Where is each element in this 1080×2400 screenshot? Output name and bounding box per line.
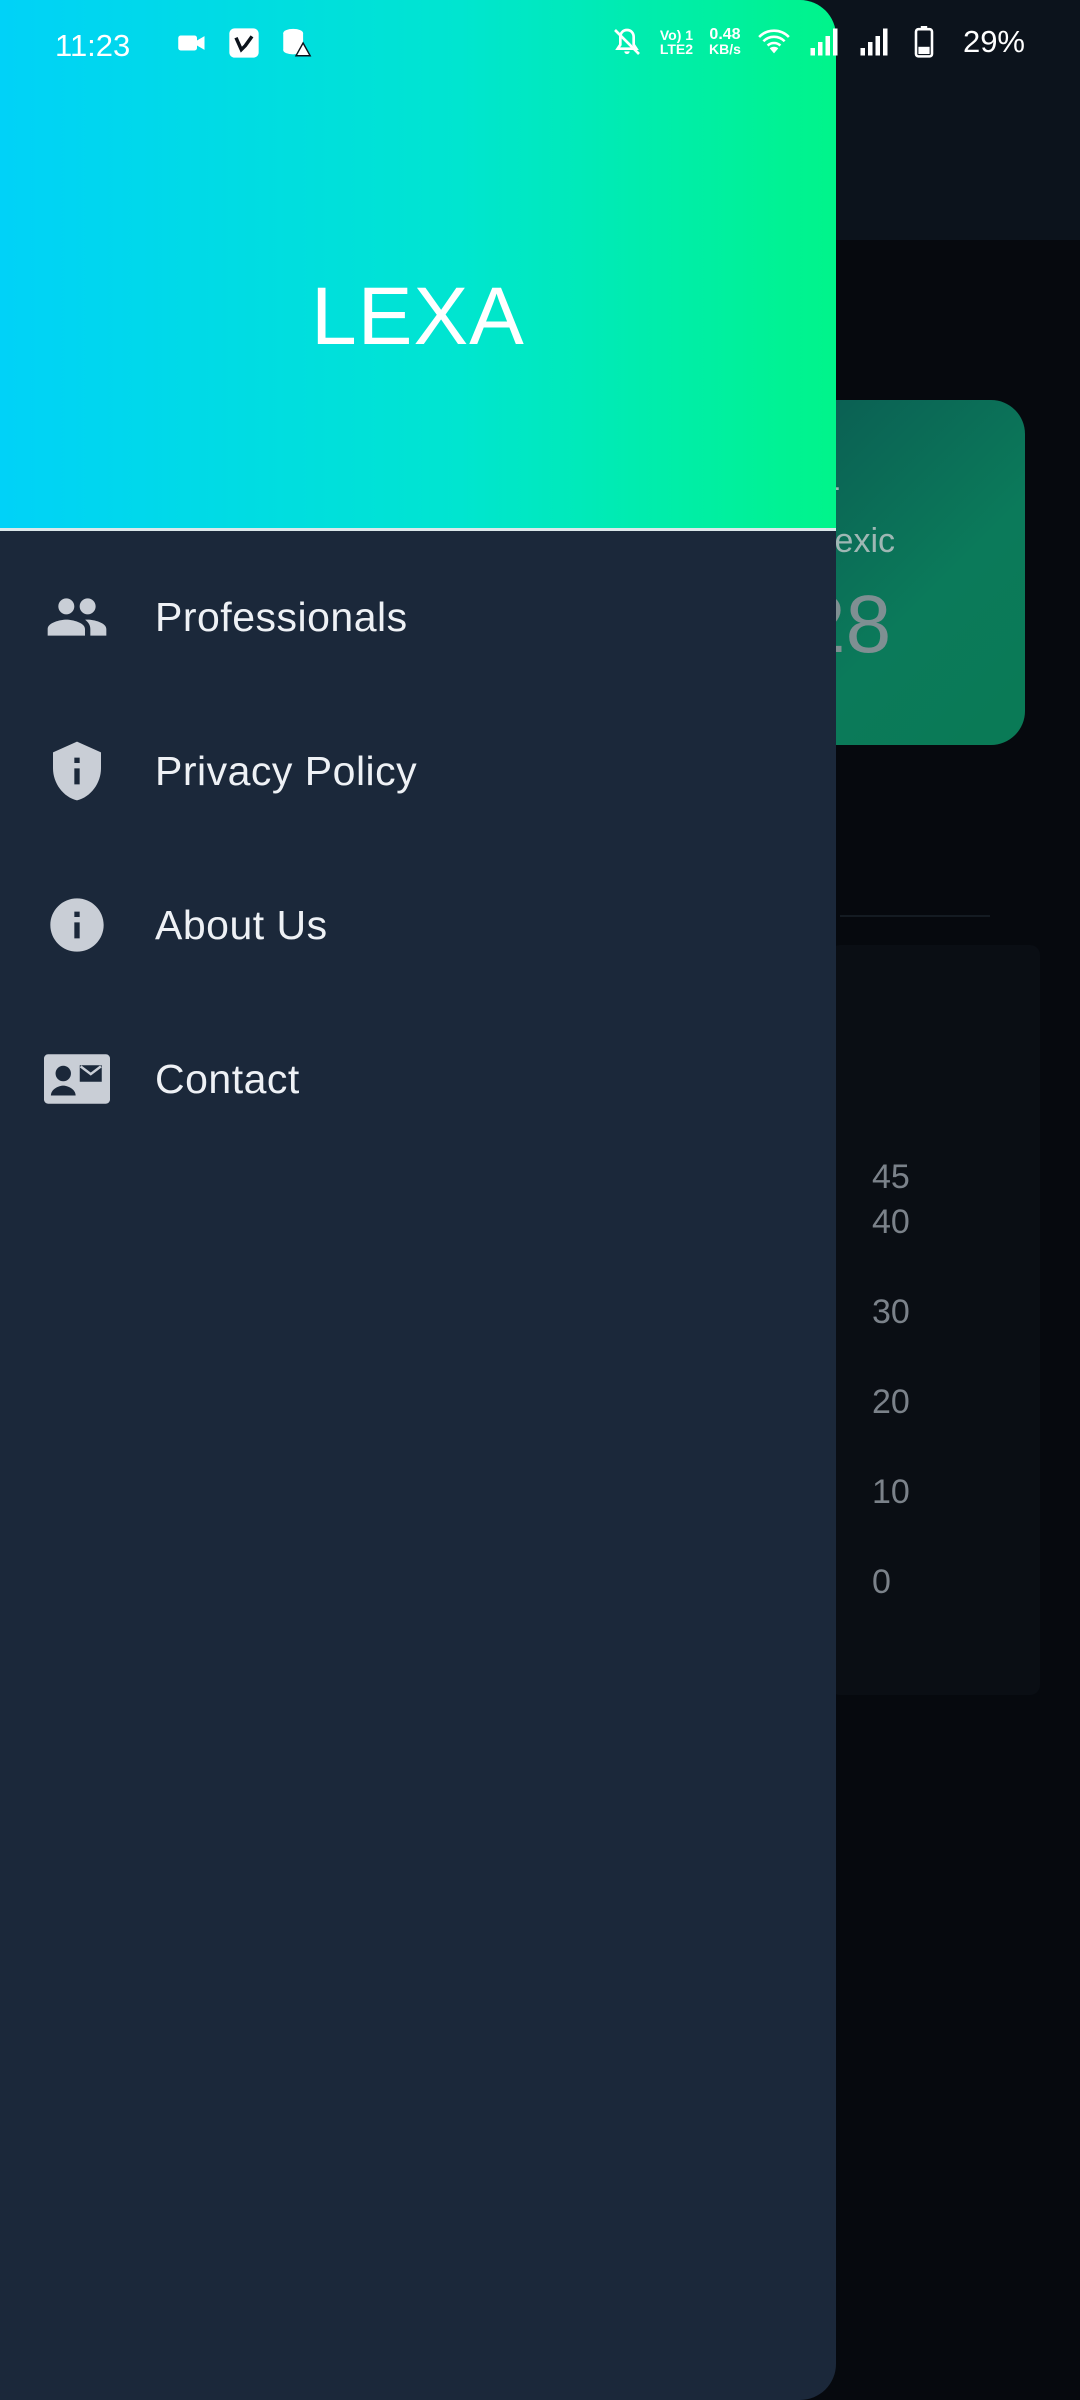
network-speed-unit: KB/s	[709, 41, 741, 57]
chart-tick-label: 10	[872, 1473, 910, 1511]
menu-item-contact[interactable]: Contact	[0, 1002, 836, 1156]
info-icon	[44, 892, 110, 958]
stat-card-label: n- slexic	[810, 468, 896, 560]
background-chart	[830, 945, 1040, 1695]
menu-item-label: Contact	[155, 1055, 300, 1102]
chart-tick-label: 40	[872, 1203, 910, 1241]
network-speed-indicator: 0.48 KB/s	[709, 26, 741, 57]
network-volte-label: Vo) 1	[659, 27, 694, 43]
status-notification-icons	[175, 26, 313, 60]
menu-item-privacy-policy[interactable]: Privacy Policy	[0, 694, 836, 848]
signal-strength-icon	[857, 25, 891, 59]
chart-tick-label: 20	[872, 1383, 910, 1421]
app-title: LEXA	[311, 271, 525, 362]
data-warning-icon	[279, 26, 313, 60]
navigation-drawer: LEXA Professionals Privacy Policy About …	[0, 0, 836, 2400]
signal-strength-icon	[807, 25, 841, 59]
drawer-menu: Professionals Privacy Policy About Us Co…	[0, 540, 836, 1156]
menu-item-label: Professionals	[155, 593, 408, 640]
people-icon	[44, 584, 110, 650]
status-time: 11:23	[55, 28, 131, 63]
menu-item-label: Privacy Policy	[155, 747, 418, 794]
battery-percentage: 29%	[962, 24, 1025, 59]
menu-item-about-us[interactable]: About Us	[0, 848, 836, 1002]
chart-tick-label: 0	[872, 1563, 891, 1601]
status-system-icons: Vo) 1 LTE2 0.48 KB/s 29%	[610, 24, 1025, 60]
mute-bell-icon	[610, 25, 644, 59]
chart-tick-label: 30	[872, 1293, 910, 1331]
contact-card-icon	[44, 1046, 110, 1112]
wifi-icon	[757, 25, 791, 59]
menu-item-label: About Us	[155, 901, 328, 948]
network-type-indicator: Vo) 1 LTE2	[660, 28, 693, 56]
chart-tick-label: 45	[872, 1158, 910, 1196]
status-bar: 11:23 Vo) 1 LTE2 0.48 KB/s 29%	[0, 0, 1080, 92]
video-camera-icon	[175, 26, 209, 60]
menu-item-professionals[interactable]: Professionals	[0, 540, 836, 694]
vimeo-app-icon	[227, 26, 261, 60]
battery-icon	[907, 25, 941, 59]
background-divider	[840, 915, 990, 917]
shield-icon	[44, 738, 110, 804]
network-speed-value: 0.48	[709, 26, 741, 43]
network-lte-label: LTE2	[659, 41, 694, 57]
